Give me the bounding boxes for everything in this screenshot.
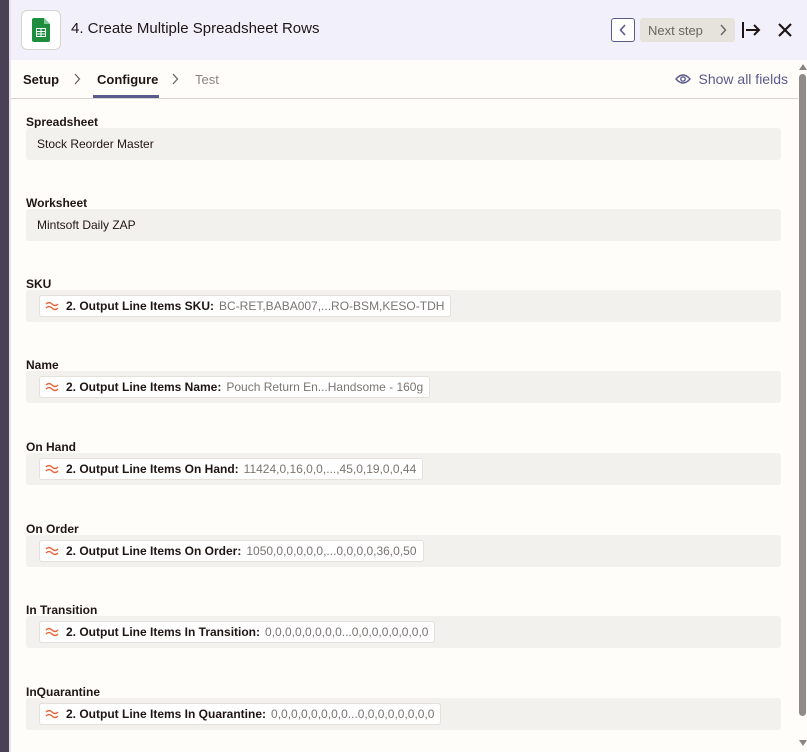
pill-value: BC-RET,BABA007,...RO-BSM,KESO-TDH bbox=[219, 299, 445, 313]
field-label: Name bbox=[26, 358, 59, 372]
field-label: SKU bbox=[26, 277, 52, 291]
active-tab-indicator bbox=[93, 95, 159, 98]
field-label: On Order bbox=[26, 522, 79, 536]
field-value: Mintsoft Daily ZAP bbox=[37, 218, 136, 232]
pill-value: 0,0,0,0,0,0,0,0...0,0,0,0,0,0,0,0 bbox=[271, 707, 435, 721]
pill-value: 11424,0,16,0,0,...,45,0,19,0,0,44 bbox=[243, 462, 417, 476]
field-label: On Hand bbox=[26, 440, 76, 454]
tab-configure[interactable]: Configure bbox=[97, 72, 158, 87]
scroll-down-arrow-icon[interactable] bbox=[799, 740, 807, 746]
previous-step-button[interactable] bbox=[611, 18, 635, 42]
pill-label: 2. Output Line Items SKU: bbox=[66, 299, 215, 313]
scroll-up-arrow-icon[interactable] bbox=[799, 64, 807, 70]
field-label: Spreadsheet bbox=[26, 115, 99, 129]
mapped-data-pill[interactable]: 2. Output Line Items In Transition: 0,0,… bbox=[39, 621, 436, 643]
next-step-label: Next step bbox=[648, 22, 703, 38]
show-all-fields-button[interactable]: Show all fields bbox=[674, 71, 789, 87]
mapped-data-pill[interactable]: 2. Output Line Items On Order: 1050,0,0,… bbox=[39, 540, 424, 562]
on-order-input[interactable]: 2. Output Line Items On Order: 1050,0,0,… bbox=[26, 535, 781, 567]
vertical-scrollbar[interactable] bbox=[798, 60, 807, 752]
field-label: Worksheet bbox=[26, 196, 88, 210]
eye-icon bbox=[674, 74, 691, 84]
in-transition-input[interactable]: 2. Output Line Items In Transition: 0,0,… bbox=[26, 616, 781, 648]
field-label: InQuarantine bbox=[26, 685, 101, 699]
name-input[interactable]: 2. Output Line Items Name: Pouch Return … bbox=[26, 371, 781, 403]
mapped-data-pill[interactable]: 2. Output Line Items SKU: BC-RET,BABA007… bbox=[39, 295, 452, 317]
on-hand-input[interactable]: 2. Output Line Items On Hand: 11424,0,16… bbox=[26, 453, 781, 485]
field-label: In Transition bbox=[26, 603, 98, 617]
formatter-wave-icon bbox=[45, 546, 59, 556]
formatter-wave-icon bbox=[45, 382, 59, 392]
sku-input[interactable]: 2. Output Line Items SKU: BC-RET,BABA007… bbox=[26, 290, 781, 322]
spreadsheet-select[interactable]: Stock Reorder Master bbox=[26, 128, 781, 160]
pill-label: 2. Output Line Items In Transition: bbox=[66, 625, 261, 639]
in-quarantine-input[interactable]: 2. Output Line Items In Quarantine: 0,0,… bbox=[26, 698, 781, 730]
field-value: Stock Reorder Master bbox=[37, 137, 154, 151]
pill-label: 2. Output Line Items On Order: bbox=[66, 544, 242, 558]
pill-value: Pouch Return En...Handsome - 160g bbox=[226, 380, 424, 394]
worksheet-select[interactable]: Mintsoft Daily ZAP bbox=[26, 209, 781, 241]
pill-label: 2. Output Line Items In Quarantine: bbox=[66, 707, 267, 721]
chevron-right-icon bbox=[720, 24, 727, 36]
scroll-thumb[interactable] bbox=[799, 74, 806, 716]
mapped-data-pill[interactable]: 2. Output Line Items On Hand: 11424,0,16… bbox=[39, 458, 424, 480]
formatter-wave-icon bbox=[45, 709, 59, 719]
mapped-data-pill[interactable]: 2. Output Line Items In Quarantine: 0,0,… bbox=[39, 703, 442, 725]
expand-panel-icon[interactable] bbox=[741, 19, 761, 41]
pill-value: 0,0,0,0,0,0,0,0...0,0,0,0,0,0,0,0 bbox=[265, 625, 429, 639]
pill-value: 1050,0,0,0,0,0,...0,0,0,0,36,0,50 bbox=[246, 544, 417, 558]
chevron-right-icon bbox=[74, 73, 81, 85]
next-step-button[interactable]: Next step bbox=[640, 18, 735, 42]
chevron-right-icon bbox=[172, 73, 179, 85]
left-edge-divider bbox=[9, 0, 11, 752]
show-all-fields-label: Show all fields bbox=[698, 71, 789, 87]
mapped-data-pill[interactable]: 2. Output Line Items Name: Pouch Return … bbox=[39, 376, 431, 398]
formatter-wave-icon bbox=[45, 464, 59, 474]
step-title: 4. Create Multiple Spreadsheet Rows bbox=[71, 20, 320, 37]
step-header: 4. Create Multiple Spreadsheet Rows Next… bbox=[11, 0, 807, 60]
chevron-left-icon bbox=[619, 24, 626, 36]
tab-test[interactable]: Test bbox=[195, 72, 219, 87]
formatter-wave-icon bbox=[45, 301, 59, 311]
left-edge bbox=[0, 0, 9, 752]
close-icon[interactable] bbox=[777, 21, 793, 39]
step-tabs: Setup Configure Test Show all fields bbox=[11, 60, 798, 99]
tab-setup[interactable]: Setup bbox=[23, 72, 59, 87]
google-sheets-icon bbox=[21, 10, 61, 50]
pill-label: 2. Output Line Items On Hand: bbox=[66, 462, 239, 476]
pill-label: 2. Output Line Items Name: bbox=[66, 380, 222, 394]
formatter-wave-icon bbox=[45, 627, 59, 637]
step-editor-panel: 4. Create Multiple Spreadsheet Rows Next… bbox=[0, 0, 807, 752]
